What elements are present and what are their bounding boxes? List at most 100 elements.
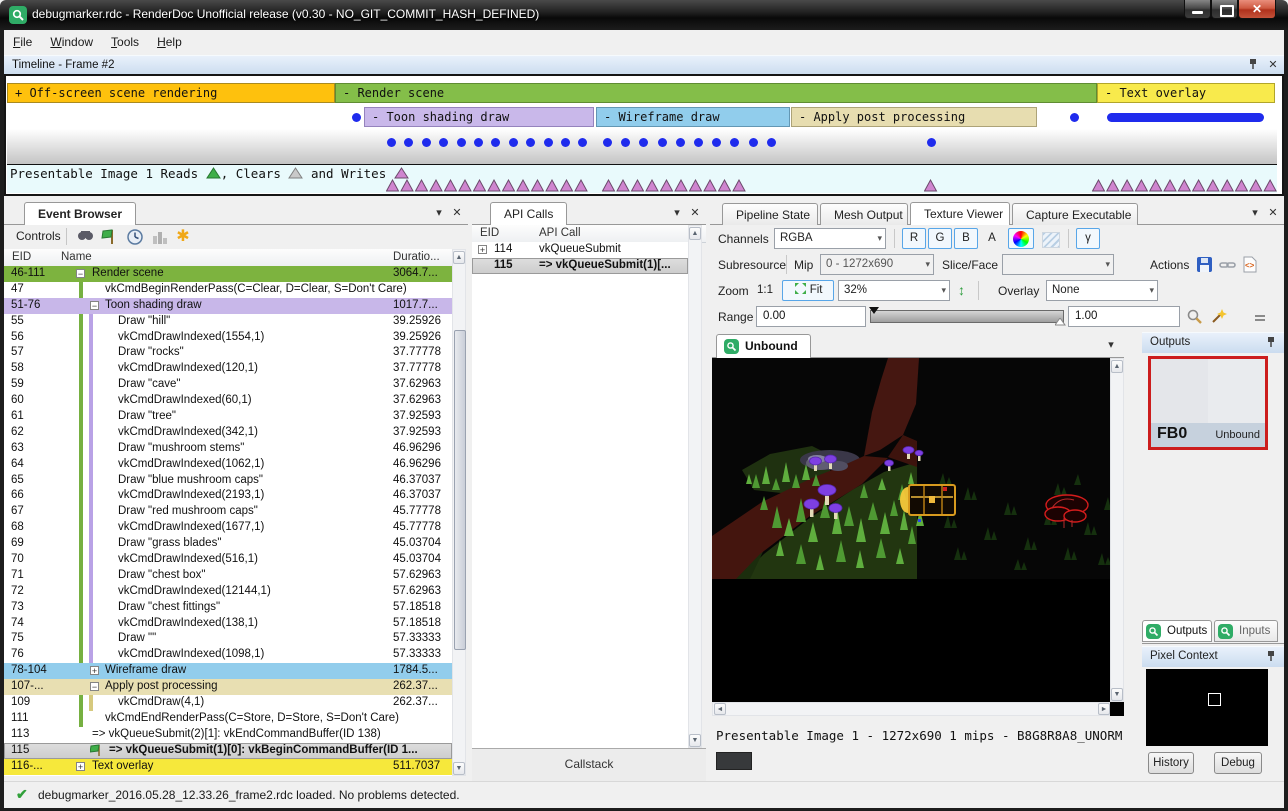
maximize-button[interactable] [1211,0,1238,19]
event-row[interactable]: 68vkCmdDrawIndexed(1677,1)45.77778 [4,520,452,536]
tab-pipeline-state[interactable]: Pipeline State [722,203,818,225]
outputs-header[interactable]: Outputs [1142,332,1284,353]
event-row[interactable]: 55Draw "hill"39.25926 [4,314,452,330]
event-row[interactable]: 63Draw "mushroom stems"46.96296 [4,441,452,457]
chevron-down-icon[interactable]: ▾ [1248,206,1262,220]
api-call-row[interactable]: 115=> vkQueueSubmit(1)[... [472,258,688,274]
scroll-right-icon[interactable]: ► [1098,703,1110,715]
timeline-marker-bar[interactable]: - Wireframe draw [596,107,790,127]
range-options-icon[interactable] [1254,311,1272,329]
column-chart-icon[interactable] [151,228,169,246]
timing-clock-icon[interactable] [126,228,144,246]
tab-texture-viewer[interactable]: Texture Viewer [910,202,1010,225]
title-bar[interactable]: debugmarker.rdc - RenderDoc Unofficial r… [0,0,1288,30]
event-row[interactable]: 64vkCmdDrawIndexed(1062,1)46.96296 [4,457,452,473]
event-row[interactable]: 71Draw "chest box"57.62963 [4,568,452,584]
channel-a-button[interactable]: A [980,228,1004,249]
event-row[interactable]: 111vkCmdEndRenderPass(C=Store, D=Store, … [4,711,452,727]
gamma-button[interactable]: γ [1076,228,1100,249]
event-row[interactable]: 47vkCmdBeginRenderPass(C=Clear, D=Clear,… [4,282,452,298]
menu-item-window[interactable]: Window [41,30,102,55]
chevron-down-icon[interactable]: ▾ [432,206,446,220]
find-icon[interactable] [76,228,94,246]
texture-vsc rollbar[interactable]: ▲ ▼ [1110,358,1124,702]
channel-g-button[interactable]: G [928,228,952,249]
texture-image[interactable] [712,358,1119,579]
range-min-input[interactable]: 0.00 [756,306,866,327]
mip-combo[interactable]: 0 - 1272x690▾ [820,254,934,275]
open-code-icon[interactable]: <> [1241,256,1259,274]
tab-event-browser[interactable]: Event Browser [24,202,136,225]
event-row[interactable]: 115=> vkQueueSubmit(1)[0]: vkBeginComman… [4,743,452,759]
event-row[interactable]: 57Draw "rocks"37.77778 [4,345,452,361]
pin-icon[interactable] [1246,58,1260,72]
alpha-checker-button[interactable] [1038,228,1062,249]
api-calls-columns[interactable]: EID API Call [472,225,706,243]
tab-unbound-texture[interactable]: Unbound [716,334,811,358]
scroll-down-icon[interactable]: ▼ [453,762,465,775]
timeline-marker-bar[interactable]: - Toon shading draw [364,107,594,127]
texture-hscrollbar[interactable]: ◄ ► [712,702,1110,716]
event-row[interactable]: 116-...+Text overlay511.7037 [4,759,452,775]
texture-view[interactable]: ▲ ▼ ◄ ► [712,358,1124,716]
bookmark-flag-icon[interactable] [101,228,119,246]
scroll-left-icon[interactable]: ◄ [714,703,726,715]
zoom-combo[interactable]: 32%▾ [838,280,950,301]
event-row[interactable]: 51-76−Toon shading draw1017.7... [4,298,452,314]
expand-expander[interactable]: + [90,666,99,675]
event-row[interactable]: 75Draw ""57.33333 [4,631,452,647]
event-row[interactable]: 61Draw "tree"37.92593 [4,409,452,425]
collapse-expander[interactable]: − [76,269,85,278]
minimize-button[interactable] [1184,0,1211,19]
zoom-1to1-button[interactable]: 1:1 [752,280,778,301]
event-row[interactable]: 62vkCmdDrawIndexed(342,1)37.92593 [4,425,452,441]
close-icon[interactable]: ✕ [688,206,702,220]
range-slider[interactable] [870,310,1064,323]
timeline-canvas[interactable]: + Off-screen scene rendering- Render sce… [4,74,1284,196]
expand-expander[interactable]: + [76,762,85,771]
event-row[interactable]: 46-111−Render scene3064.7... [4,266,452,282]
timeline-marker-bar[interactable]: - Render scene [335,83,1097,103]
channel-b-button[interactable]: B [954,228,978,249]
colorwheel-button[interactable] [1008,228,1034,249]
timeline-marker-bar[interactable]: - Apply post processing [791,107,1037,127]
history-button[interactable]: History [1148,752,1194,774]
event-row[interactable]: 107-...−Apply post processing262.37... [4,679,452,695]
pixel-context-header[interactable]: Pixel Context [1142,646,1284,667]
event-browser-scrollbar[interactable]: ▲ ▼ [452,249,466,776]
event-row[interactable]: 113=> vkQueueSubmit(2)[1]: vkEndCommandB… [4,727,452,743]
scroll-down-icon[interactable]: ▼ [1111,688,1123,701]
tab-outputs[interactable]: Outputs [1142,620,1212,642]
menu-item-help[interactable]: Help [148,30,191,55]
sync-asterisk-icon[interactable]: ✱ [174,228,192,246]
flip-y-icon[interactable]: ↕ [958,282,965,298]
callstack-section[interactable]: Callstack [472,748,706,782]
channels-combo[interactable]: RGBA▾ [774,228,886,249]
scrollbar-thumb[interactable] [454,330,466,650]
event-row[interactable]: 67Draw "red mushroom caps"45.77778 [4,504,452,520]
pin-icon[interactable] [1264,650,1278,664]
fb0-thumbnail[interactable]: FB0 Unbound [1148,356,1268,450]
link-icon[interactable] [1219,256,1237,274]
timeline-marker-bar[interactable]: - Text overlay [1097,83,1275,103]
close-button[interactable]: ✕ [1238,0,1276,19]
collapse-expander[interactable]: − [90,301,99,310]
slice-face-combo[interactable]: ▾ [1002,254,1114,275]
tab-mesh-output[interactable]: Mesh Output [820,203,908,225]
close-icon[interactable]: ✕ [1266,58,1280,72]
pin-icon[interactable] [1264,336,1278,350]
close-icon[interactable]: ✕ [450,206,464,220]
expand-expander[interactable]: + [478,245,487,254]
event-row[interactable]: 60vkCmdDrawIndexed(60,1)37.62963 [4,393,452,409]
event-row[interactable]: 72vkCmdDrawIndexed(12144,1)57.62963 [4,584,452,600]
event-row[interactable]: 66vkCmdDrawIndexed(2193,1)46.37037 [4,488,452,504]
menu-item-file[interactable]: File [4,30,41,55]
debug-button[interactable]: Debug [1214,752,1262,774]
event-row[interactable]: 109vkCmdDraw(4,1)262.37... [4,695,452,711]
scroll-up-icon[interactable]: ▲ [453,251,465,264]
zoom-fit-button[interactable]: Fit [782,280,834,301]
close-icon[interactable]: ✕ [1266,206,1280,220]
tab-inputs[interactable]: Inputs [1214,620,1278,642]
timeline-panel-header[interactable]: Timeline - Frame #2 ✕ [4,55,1284,75]
event-row[interactable]: 58vkCmdDrawIndexed(120,1)37.77778 [4,361,452,377]
